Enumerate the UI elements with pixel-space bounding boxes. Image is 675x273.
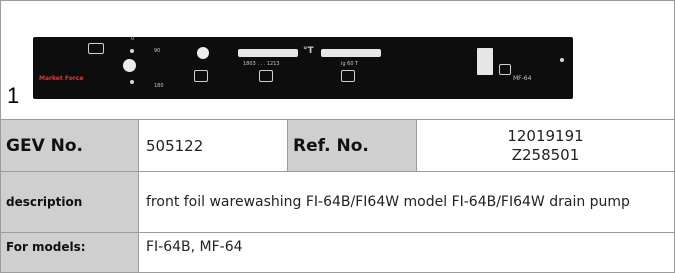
display-window-left	[238, 49, 298, 57]
figure-number: 1	[7, 83, 20, 108]
gev-value: 505122	[146, 136, 204, 155]
drain-icon	[88, 43, 104, 54]
indicator-dot	[560, 58, 564, 62]
description-value: front foil warewashing FI-64B/FI64W mode…	[146, 193, 630, 210]
gev-label-cell: GEV No.	[1, 120, 138, 171]
display-left-label: 1803 . . . 1213	[243, 61, 280, 67]
scale-label-90: 90	[154, 48, 161, 54]
arrow-icon	[499, 64, 511, 75]
gev-label: GEV No.	[6, 135, 84, 156]
table-row: For models: FI-64B, MF-64	[0, 233, 675, 273]
description-value-cell: front foil warewashing FI-64B/FI64W mode…	[138, 172, 674, 232]
scale-label-0: 0	[131, 36, 135, 42]
table-row: description front foil warewashing FI-64…	[0, 172, 675, 233]
ref-value-line-2: Z258501	[511, 145, 580, 164]
rinse-icon	[341, 70, 355, 82]
models-label: For models:	[6, 240, 86, 254]
display-window-right	[321, 49, 381, 57]
indicator-dot	[130, 49, 134, 53]
model-mark: MF-64	[513, 75, 532, 82]
ref-label: Ref. No.	[293, 135, 369, 156]
table-row: GEV No. 505122 Ref. No. 12019191 Z258501	[0, 119, 675, 172]
power-icon	[194, 70, 208, 82]
power-indicator	[197, 47, 209, 59]
description-label-cell: description	[1, 172, 138, 232]
ref-value-cell: 12019191 Z258501	[416, 120, 674, 171]
switch-window	[477, 48, 493, 75]
product-image-cell: Market Force 0 90 180 1803 . . . 1213 °T…	[0, 0, 675, 119]
models-value-cell: FI-64B, MF-64	[138, 233, 674, 272]
ref-label-cell: Ref. No.	[287, 120, 416, 171]
models-label-cell: For models:	[1, 233, 138, 272]
scale-label-180: 180	[154, 83, 164, 89]
display-right-label: ig 60 T	[341, 61, 359, 67]
product-sheet: Market Force 0 90 180 1803 . . . 1213 °T…	[0, 0, 675, 273]
ref-value-line-1: 12019191	[507, 126, 584, 145]
temperature-symbol: °T	[303, 46, 314, 56]
models-value: FI-64B, MF-64	[146, 239, 243, 255]
wash-icon	[259, 70, 273, 82]
front-foil-panel-image: Market Force 0 90 180 1803 . . . 1213 °T…	[33, 36, 573, 99]
brand-logo: Market Force	[39, 75, 84, 82]
description-label: description	[6, 195, 83, 209]
rotary-knob	[123, 59, 136, 72]
gev-value-cell: 505122	[138, 120, 287, 171]
indicator-dot	[130, 80, 134, 84]
